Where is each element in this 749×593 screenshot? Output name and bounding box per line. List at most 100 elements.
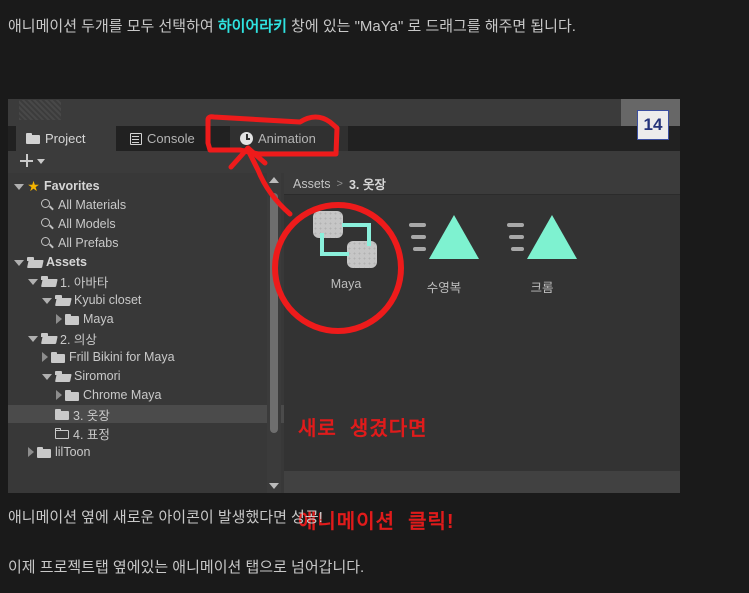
folder-closed-icon [65,389,79,401]
folder-empty-icon [55,427,69,439]
asset-label: 크롬 [530,281,554,295]
animation-clip-icon [409,209,479,271]
tab-project[interactable]: Project [16,126,116,151]
folder-closed-icon [65,313,79,325]
tree-item[interactable]: Assets [8,253,272,271]
intro-text-after: 창에 있는 "MaYa" 로 드래그를 해주면 됩니다. [286,18,576,35]
tab-project-label: Project [45,131,86,146]
search-icon [41,198,54,212]
tree-item[interactable]: ★ Favorites [8,177,272,195]
intro-text-highlight: 하이어라키 [217,18,287,35]
breadcrumb: Assets > 3. 옷장 [284,173,680,195]
tree-item[interactable]: Kyubi closet [8,291,284,309]
folder-open-icon [55,370,70,382]
panel-tab-bar: Project Console Animation [8,126,680,151]
tree-item-label: Favorites [44,179,100,193]
chevron-right-icon[interactable] [42,352,48,362]
chevron-right-icon[interactable] [56,390,62,400]
project-sub-toolbar [8,151,680,174]
tree-item[interactable]: Siromori [8,367,284,385]
tree-item[interactable]: 1. 아바타 [8,272,284,290]
tree-item-label: lilToon [55,445,91,459]
tree-item-label: 3. 옷장 [73,408,110,423]
animation-clip-icon [507,209,577,271]
folder-open-icon [55,294,70,306]
tree-item-label: Assets [46,255,87,269]
tree-item-label: Maya [83,312,114,326]
star-icon: ★ [27,177,40,194]
asset-item-chrome[interactable]: 크롬 [496,209,588,296]
folder-closed-icon [55,408,69,420]
folder-open-icon [27,256,42,268]
chevron-down-icon[interactable] [42,298,52,304]
add-asset-button[interactable] [20,154,45,167]
chevron-down-icon[interactable] [42,374,52,380]
tree-item-label: Chrome Maya [83,388,162,402]
project-tree-pane[interactable]: ★ Favorites All Materials All Models All Pre… [8,173,284,493]
tree-item[interactable]: Frill Bikini for Maya [8,348,284,366]
outro-line-2: 이제 프로젝트탭 옆에있는 애니메이션 탭으로 넘어갑니다. [8,559,365,576]
tree-item[interactable]: Chrome Maya [8,386,284,404]
scrollbar-thumb[interactable] [270,193,278,433]
asset-label: Maya [330,277,362,291]
breadcrumb-root[interactable]: Assets [293,177,331,191]
chevron-right-icon[interactable] [28,447,34,457]
tree-item-label: Kyubi closet [74,293,142,307]
tree-vertical-scrollbar[interactable] [267,173,281,493]
breadcrumb-current: 3. 옷장 [348,178,386,192]
tree-item-label: Frill Bikini for Maya [69,350,175,364]
tree-item-label: All Materials [58,198,127,212]
search-icon [41,236,54,250]
tree-item[interactable]: Maya [8,310,284,328]
asset-item-maya[interactable]: Maya [300,209,392,291]
tab-animation[interactable]: Animation [230,126,348,151]
toolbar-blank-field[interactable] [61,100,621,125]
tab-console-label: Console [147,131,195,146]
asset-item-swimsuit[interactable]: 수영복 [398,209,490,296]
tree-item[interactable]: lilToon [8,443,284,461]
tab-animation-label: Animation [258,131,316,146]
step-number-badge: 14 [637,110,669,140]
breadcrumb-separator-icon: > [336,177,343,190]
chevron-right-icon[interactable] [56,314,62,324]
chevron-down-icon[interactable] [14,184,24,190]
toolbar-hatch-block [19,100,61,120]
asset-label: 수영복 [426,281,462,295]
folder-icon [26,133,40,144]
outro-line-1: 애니메이션 옆에 새로운 아이콘이 발생했다면 성공! [8,509,323,526]
chevron-down-icon[interactable] [28,279,38,285]
tree-item-label: 2. 의상 [60,332,97,347]
scroll-down-icon[interactable] [269,483,279,489]
chevron-down-icon[interactable] [14,260,24,266]
tree-item[interactable]: 3. 옷장 [8,405,284,423]
tab-console[interactable]: Console [120,126,222,151]
intro-text-before: 애니메이션 두개를 모두 선택하여 [8,18,218,35]
tree-item[interactable]: All Prefabs [8,234,284,252]
annotation-red-note-line1: 새로 생겼다면 [298,418,428,440]
editor-toolbar [8,99,680,127]
tree-item-label: 1. 아바타 [60,275,109,290]
tree-item[interactable]: All Models [8,215,284,233]
animator-controller-icon [311,209,381,271]
search-icon [41,217,54,231]
chevron-down-icon[interactable] [28,336,38,342]
folder-closed-icon [51,351,65,363]
folder-open-icon [41,275,56,287]
scroll-up-icon[interactable] [269,177,279,183]
plus-icon [20,154,33,167]
intro-paragraph: 애니메이션 두개를 모두 선택하여 하이어라키 창에 있는 "MaYa" 로 드… [8,17,576,37]
tree-item-label: All Models [58,217,116,231]
chevron-down-icon [37,159,45,164]
tree-item-label: 4. 표정 [73,427,110,442]
annotation-red-note: 새로 생겼다면 애니메이션 클릭! [298,352,455,569]
tree-item[interactable]: All Materials [8,196,284,214]
clock-icon [240,132,253,145]
tree-item[interactable]: 4. 표정 [8,424,284,442]
tree-item[interactable]: 2. 의상 [8,329,284,347]
console-list-icon [130,132,142,145]
